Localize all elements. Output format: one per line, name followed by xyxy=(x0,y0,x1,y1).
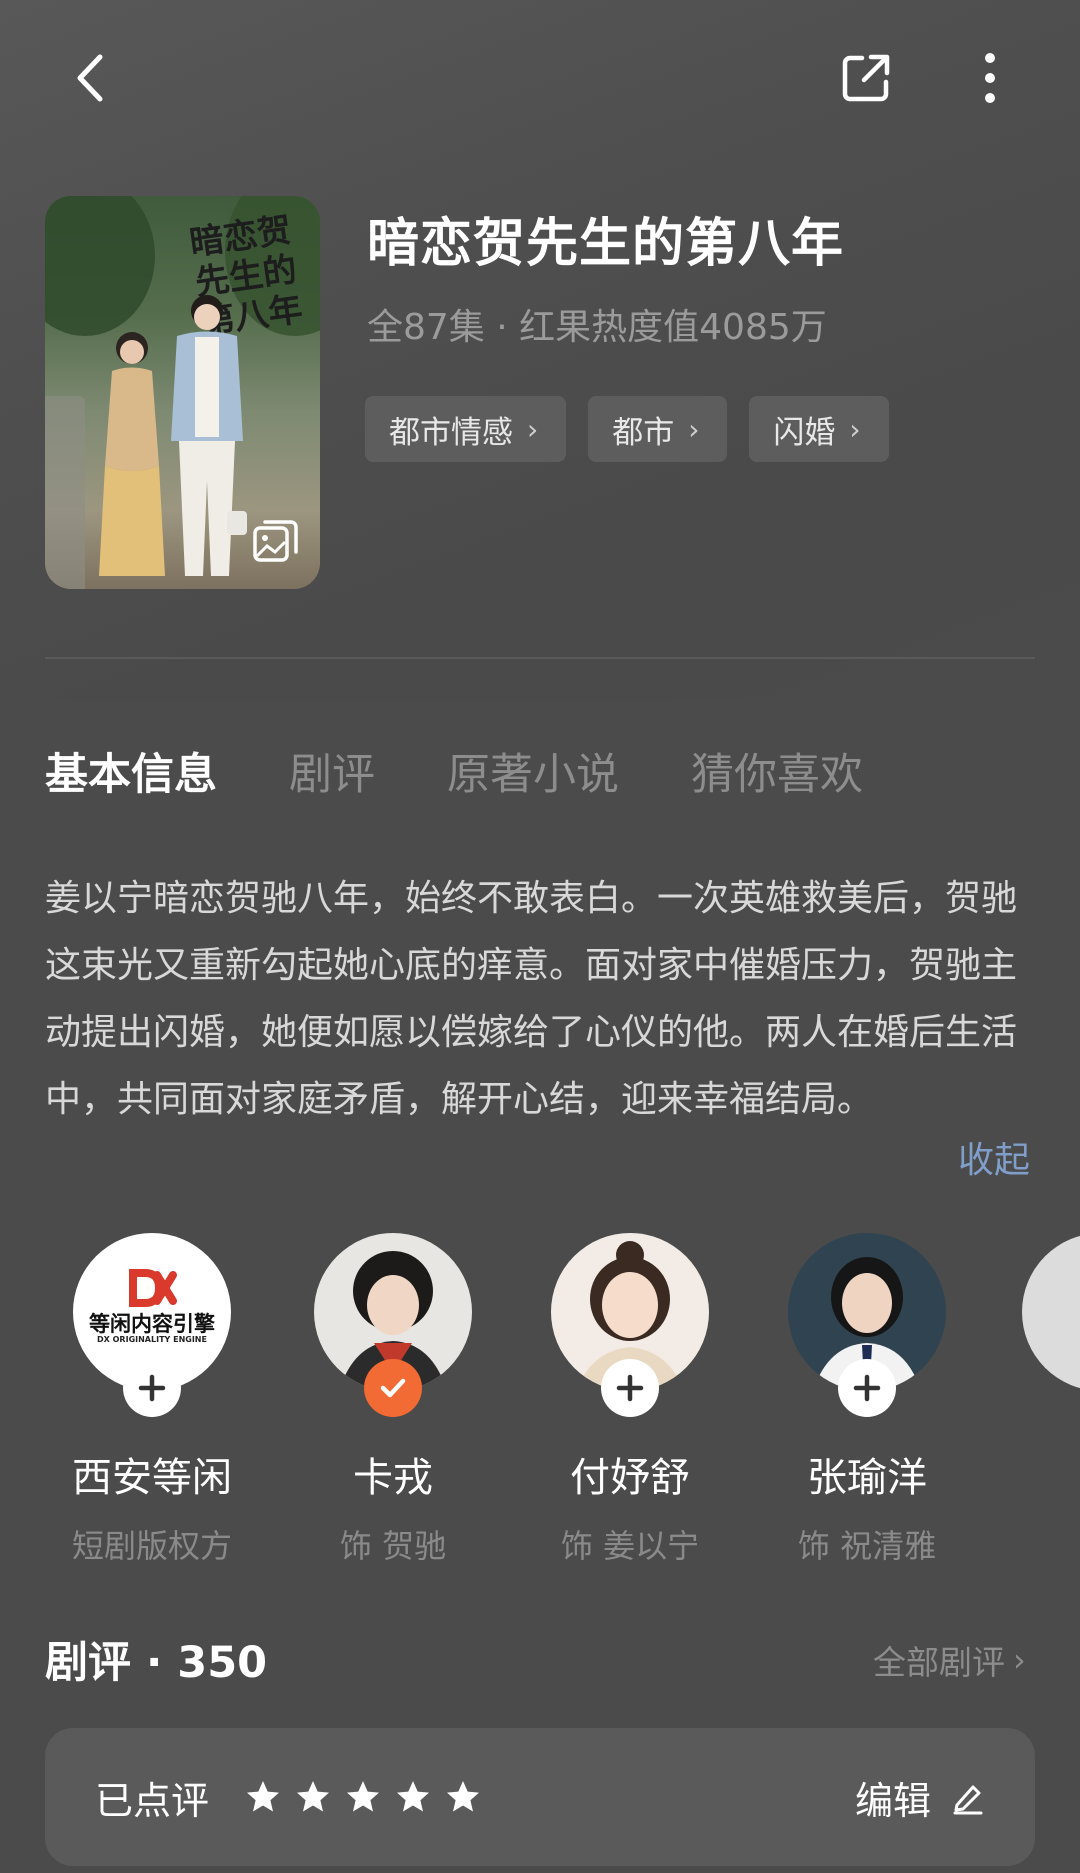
avatar xyxy=(1022,1233,1080,1391)
rated-label: 已点评 xyxy=(95,1778,210,1823)
cast-role: 饰 祝清雅 xyxy=(797,1527,937,1565)
pencil-icon xyxy=(953,1785,983,1815)
logo-text: 等闲内容引擎 xyxy=(89,1312,215,1336)
star-icon[interactable] xyxy=(445,1779,481,1815)
cast-item-lead-actor[interactable]: 卡戎 饰 贺驰 xyxy=(293,1233,493,1567)
gallery-icon[interactable] xyxy=(251,516,301,566)
check-icon xyxy=(380,1378,406,1398)
synopsis-text: 姜以宁暗恋贺驰八年，始终不敢表白。一次英雄救美后，贺驰这束光又重新勾起她心底的痒… xyxy=(45,878,1018,1120)
detail-tabs: 基本信息 剧评 原著小说 猜你喜欢 xyxy=(45,740,863,802)
tag-urban[interactable]: 都市 › xyxy=(588,396,728,462)
cast-item-partial[interactable] xyxy=(1022,1233,1080,1391)
drama-title: 暗恋贺先生的第八年 xyxy=(367,214,845,274)
chevron-right-icon: › xyxy=(1013,1641,1026,1679)
poster-figure-woman xyxy=(99,332,165,576)
share-icon xyxy=(842,54,890,102)
edit-review-button[interactable]: 编辑 xyxy=(855,1770,985,1825)
cast-role: 饰 贺驰 xyxy=(339,1527,447,1565)
chevron-right-icon: › xyxy=(849,412,861,446)
follow-button[interactable] xyxy=(123,1359,181,1417)
tab-recommendations[interactable]: 猜你喜欢 xyxy=(691,740,863,802)
tag-label: 都市情感 xyxy=(389,414,513,451)
follow-button[interactable] xyxy=(838,1359,896,1417)
followed-badge[interactable] xyxy=(364,1359,422,1417)
tag-label: 都市 xyxy=(612,414,675,451)
star-icon[interactable] xyxy=(395,1779,431,1815)
cast-role: 短剧版权方 xyxy=(71,1527,232,1565)
cast-name: 卡戎 xyxy=(353,1455,433,1501)
cast-item-lead-actress[interactable]: 付妤舒 饰 姜以宁 xyxy=(530,1233,730,1567)
poster-figure-man xyxy=(171,295,247,576)
more-vertical-icon xyxy=(985,53,995,103)
episode-heat-info: 全87集 · 红果热度值4085万 xyxy=(367,307,827,348)
drama-poster[interactable]: 暗恋贺先生的第八年 xyxy=(45,196,320,589)
tag-flash-marriage[interactable]: 闪婚 › xyxy=(749,396,889,462)
tab-basic-info[interactable]: 基本信息 xyxy=(45,740,217,802)
cast-name: 张瑜洋 xyxy=(807,1455,927,1501)
tab-reviews[interactable]: 剧评 xyxy=(289,740,375,802)
plus-icon xyxy=(616,1374,644,1402)
plus-icon xyxy=(853,1374,881,1402)
more-options-button[interactable] xyxy=(950,38,1030,118)
cast-name: 西安等闲 xyxy=(72,1455,232,1501)
poster-foliage xyxy=(45,196,155,336)
star-icon[interactable] xyxy=(295,1779,331,1815)
logo-subtext: DX ORIGINALITY ENGINE xyxy=(97,1335,207,1344)
all-reviews-label: 全部剧评 xyxy=(873,1643,1005,1682)
follow-button[interactable] xyxy=(601,1359,659,1417)
star-icon[interactable] xyxy=(245,1779,281,1815)
my-review-card[interactable]: 已点评 编辑 xyxy=(45,1728,1035,1866)
cast-role: 饰 姜以宁 xyxy=(560,1527,700,1565)
chevron-left-icon xyxy=(77,54,103,102)
all-reviews-link[interactable]: 全部剧评 › xyxy=(873,1636,1026,1684)
back-button[interactable] xyxy=(50,38,130,118)
tab-original-novel[interactable]: 原著小说 xyxy=(447,740,619,802)
genre-tags: 都市情感 › 都市 › 闪婚 › xyxy=(365,396,889,462)
section-divider xyxy=(45,657,1035,659)
collapse-link[interactable]: 收起 xyxy=(958,1131,1030,1183)
star-rating xyxy=(245,1779,481,1815)
poster-building xyxy=(45,396,85,589)
plus-icon xyxy=(138,1374,166,1402)
cast-item-rights-holder[interactable]: 等闲内容引擎 DX ORIGINALITY ENGINE 西安等闲 短剧版权方 xyxy=(52,1233,252,1567)
tag-label: 闪婚 xyxy=(773,414,836,451)
edit-label: 编辑 xyxy=(854,1778,931,1823)
cast-item-supporting-actress[interactable]: 张瑜洋 饰 祝清雅 xyxy=(767,1233,967,1567)
share-button[interactable] xyxy=(826,38,906,118)
cast-name: 付妤舒 xyxy=(570,1455,690,1501)
star-icon[interactable] xyxy=(345,1779,381,1815)
chevron-right-icon: › xyxy=(527,412,539,446)
review-section-title: 剧评 · 350 xyxy=(45,1638,268,1688)
chevron-right-icon: › xyxy=(688,412,700,446)
tag-urban-romance[interactable]: 都市情感 › xyxy=(365,396,567,462)
